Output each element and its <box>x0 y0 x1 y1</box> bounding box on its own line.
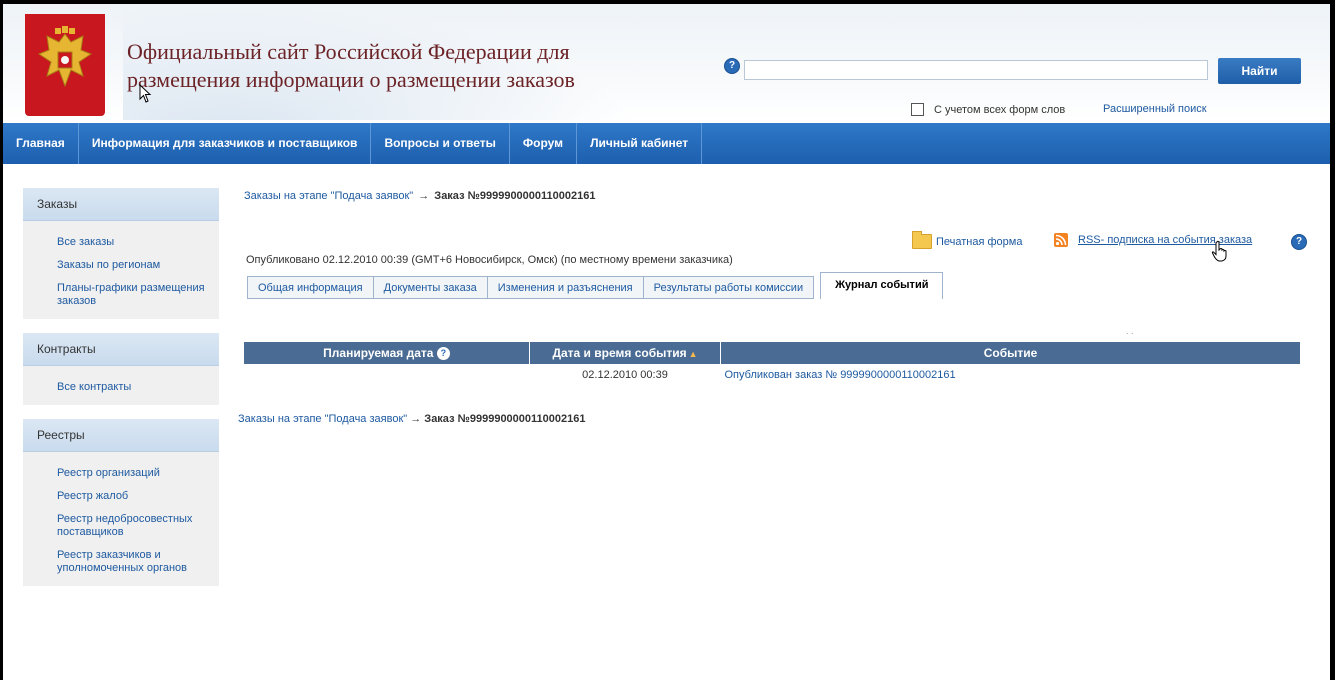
print-form-label: Печатная форма <box>936 235 1023 248</box>
event-link[interactable]: Опубликован заказ № 9999900000110002161 <box>721 364 1301 386</box>
sidebar-list-registries: Реестр организаций Реестр жалоб Реестр н… <box>23 452 219 586</box>
tab-changes[interactable]: Изменения и разъяснения <box>486 276 643 299</box>
tab-commission-results[interactable]: Результаты работы комиссии <box>642 276 815 299</box>
sidebar-link-orders-by-region[interactable]: Заказы по регионам <box>23 254 219 277</box>
breadcrumb-bottom: Заказы на этапе "Подача заявок" → Заказ … <box>238 413 585 425</box>
column-event-datetime-label: Дата и время события <box>552 346 687 360</box>
print-form-link[interactable]: Печатная форма <box>912 231 1023 249</box>
sidebar-list-orders: Все заказы Заказы по регионам Планы-граф… <box>23 221 219 319</box>
planned-date-help-icon[interactable]: ? <box>436 347 450 360</box>
browser-frame: Официальный сайт Российской Федерации дл… <box>0 0 1335 680</box>
sidebar-section-registries: Реестры Реестр организаций Реестр жалоб … <box>23 419 219 586</box>
column-event-label: Событие <box>983 346 1038 360</box>
breadcrumb: Заказы на этапе "Подача заявок" → Заказ … <box>244 190 595 202</box>
rss-icon <box>1054 233 1068 247</box>
column-event[interactable]: Событие <box>720 342 1301 364</box>
tab-event-log[interactable]: Журнал событий <box>820 272 944 299</box>
sort-asc-icon: ▲ <box>688 349 698 359</box>
event-datetime-cell: 02.12.2010 00:39 <box>582 369 668 381</box>
eagle-icon <box>37 26 93 88</box>
coat-of-arms-logo[interactable] <box>25 14 105 116</box>
breadcrumb-current: Заказ №9999900000110002161 <box>434 190 596 202</box>
sidebar-heading-orders: Заказы <box>23 188 219 221</box>
column-planned-date-label: Планируемая дата <box>323 346 434 360</box>
order-tabs: Общая информация Документы заказа Измене… <box>247 272 944 299</box>
mouse-pointer-icon <box>139 84 152 103</box>
breadcrumb-bottom-arrow: → <box>410 413 422 425</box>
table-row: 02.12.2010 00:39 Опубликован заказ № 999… <box>244 364 1301 386</box>
tab-order-documents[interactable]: Документы заказа <box>372 276 487 299</box>
main-content: Заказы на этапе "Подача заявок" → Заказ … <box>238 4 1307 680</box>
sidebar-heading-registries: Реестры <box>23 419 219 452</box>
breadcrumb-bottom-current: Заказ №9999900000110002161 <box>424 413 586 425</box>
sidebar-link-schedule-plans[interactable]: Планы-графики размещения заказов <box>23 277 219 313</box>
rss-help-icon[interactable]: ? <box>1291 234 1307 250</box>
sidebar-link-unfair-suppliers[interactable]: Реестр недобросовестных поставщиков <box>23 508 219 544</box>
sidebar-link-complaints-registry[interactable]: Реестр жалоб <box>23 485 219 508</box>
sidebar-section-contracts: Контракты Все контракты <box>23 333 219 405</box>
planned-date-cell <box>244 364 530 386</box>
events-table: Планируемая дата ? Дата и время события ▲… <box>244 342 1301 386</box>
folder-icon <box>912 231 932 249</box>
column-planned-date[interactable]: Планируемая дата ? <box>244 342 530 364</box>
events-table-header: Планируемая дата ? Дата и время события ▲… <box>244 342 1301 364</box>
sidebar-link-all-contracts[interactable]: Все контракты <box>23 376 219 399</box>
hand-cursor-icon <box>1211 240 1227 262</box>
breadcrumb-bottom-link[interactable]: Заказы на этапе "Подача заявок" <box>238 413 407 425</box>
sidebar-link-all-orders[interactable]: Все заказы <box>23 231 219 254</box>
sidebar-link-org-registry[interactable]: Реестр организаций <box>23 462 219 485</box>
sidebar-link-customers-registry[interactable]: Реестр заказчиков и уполномоченных орган… <box>23 544 219 580</box>
nav-item-home[interactable]: Главная <box>3 123 79 164</box>
loading-dots: . . <box>1126 326 1134 336</box>
sidebar-section-orders: Заказы Все заказы Заказы по регионам Пла… <box>23 188 219 319</box>
sidebar: Заказы Все заказы Заказы по регионам Пла… <box>23 188 219 600</box>
sidebar-list-contracts: Все контракты <box>23 366 219 405</box>
breadcrumb-link[interactable]: Заказы на этапе "Подача заявок" <box>244 190 413 202</box>
sidebar-heading-contracts: Контракты <box>23 333 219 366</box>
tab-general-info[interactable]: Общая информация <box>247 276 373 299</box>
breadcrumb-arrow: → <box>418 190 430 202</box>
column-event-datetime[interactable]: Дата и время события ▲ <box>529 342 721 364</box>
published-info: Опубликовано 02.12.2010 00:39 (GMT+6 Нов… <box>246 254 733 266</box>
